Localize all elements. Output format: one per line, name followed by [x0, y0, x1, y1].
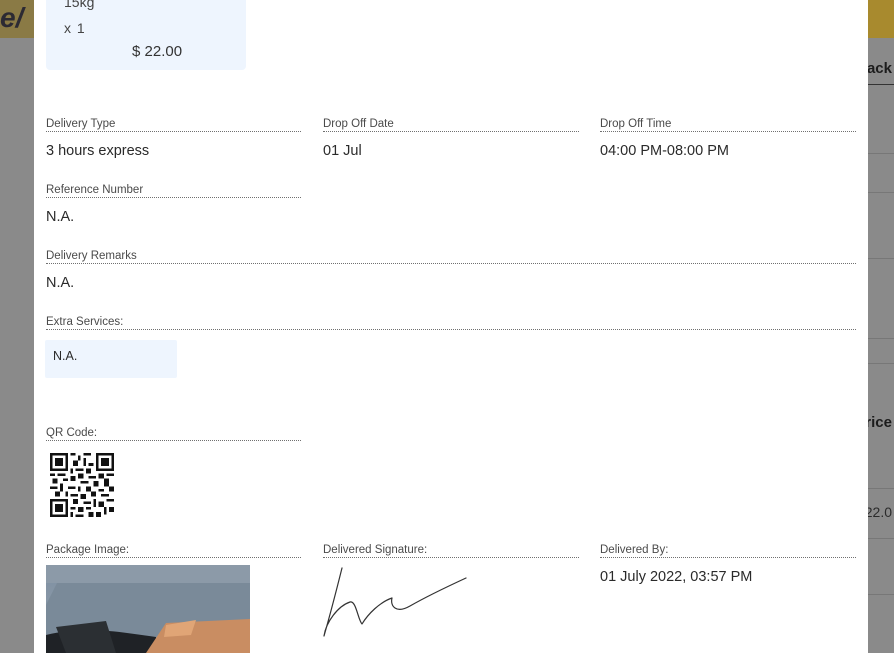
drop-off-time-value: 04:00 PM-08:00 PM [600, 143, 729, 159]
background-divider [866, 338, 894, 339]
delivered-by-value: 01 July 2022, 03:57 PM [600, 569, 753, 585]
background-divider [866, 363, 894, 364]
package-photo [46, 565, 250, 653]
package-photo-graphic [46, 565, 250, 653]
background-divider [866, 153, 894, 154]
package-image-label: Package Image: [46, 543, 301, 558]
background-tab-underline [866, 84, 894, 85]
delivered-by-label: Delivered By: [600, 543, 856, 558]
drop-off-date-value: 01 Jul [323, 143, 362, 159]
delivery-remarks-value: N.A. [46, 275, 75, 291]
delivery-type-value: 3 hours express [46, 143, 150, 159]
order-item-card: 15kg x 1 $ 22.00 [46, 0, 246, 70]
background-logo: e/ [0, 2, 24, 33]
reference-number-value: N.A. [46, 209, 75, 225]
background-divider [866, 488, 894, 489]
item-quantity: x 1 [64, 20, 86, 36]
background-column-header: rice [865, 414, 892, 431]
extra-services-label: Extra Services: [46, 315, 856, 330]
signature-image [323, 567, 467, 637]
drop-off-time-label: Drop Off Time [600, 117, 856, 132]
background-divider [866, 538, 894, 539]
extra-service-value: N.A. [53, 349, 78, 363]
background-divider [866, 258, 894, 259]
background-divider [866, 192, 894, 193]
drop-off-date-label: Drop Off Date [323, 117, 579, 132]
item-price: $ 22.00 [132, 43, 183, 60]
background-cell-value: 22.0 [864, 504, 892, 520]
extra-service-chip: N.A. [45, 340, 177, 378]
order-details-modal: 15kg x 1 $ 22.00 Delivery Type 3 hours e… [34, 0, 868, 653]
qr-code-image [50, 453, 114, 517]
background-tab-text: ack [866, 60, 892, 77]
item-weight: 15kg [64, 0, 95, 10]
qr-code-label: QR Code: [46, 426, 301, 441]
delivered-signature-label: Delivered Signature: [323, 543, 579, 558]
delivery-remarks-label: Delivery Remarks [46, 249, 856, 264]
background-divider [866, 594, 894, 595]
delivery-type-label: Delivery Type [46, 117, 301, 132]
reference-number-label: Reference Number [46, 183, 301, 198]
